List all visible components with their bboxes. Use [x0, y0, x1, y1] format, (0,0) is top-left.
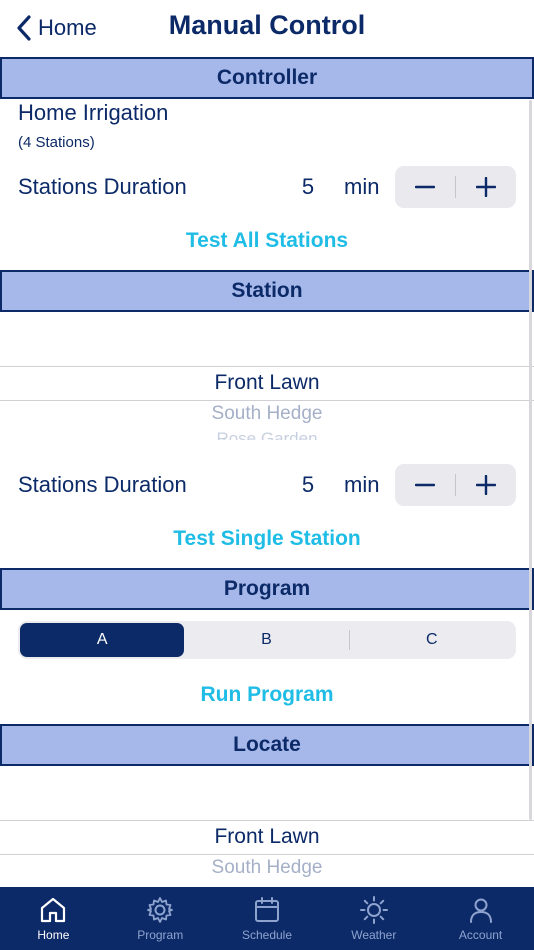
duration-value: 5 [301, 472, 315, 497]
increment-button[interactable] [456, 464, 516, 506]
controller-stations-count: (4 Stations) [18, 134, 95, 151]
picker-option-selected[interactable]: Front Lawn [0, 825, 534, 849]
duration-label: Stations Duration [18, 472, 187, 497]
controller-duration-row: Stations Duration 5 min [0, 166, 534, 208]
picker-option[interactable]: South Hedge [0, 857, 534, 879]
minus-icon [415, 185, 435, 189]
segment-a[interactable]: A [20, 623, 185, 657]
tab-program[interactable]: Program [107, 887, 214, 950]
locate-header: Locate [0, 724, 534, 766]
minus-icon [415, 483, 435, 487]
plus-icon [476, 177, 496, 197]
person-icon [469, 898, 492, 923]
test-single-station-button[interactable]: Test Single Station [0, 527, 534, 551]
segment-c[interactable]: C [350, 623, 514, 657]
program-segmented-control: A B C [18, 621, 516, 659]
tab-bar: Home Program Schedule Weather Account [0, 887, 534, 950]
station-duration-row: Stations Duration 5 min [0, 464, 534, 506]
increment-button[interactable] [456, 166, 516, 208]
test-all-stations-button[interactable]: Test All Stations [0, 229, 534, 253]
sun-icon [359, 896, 388, 924]
controller-name: Home Irrigation [18, 100, 169, 125]
duration-stepper [395, 166, 516, 208]
duration-label: Stations Duration [18, 174, 187, 199]
picker-option[interactable]: South Hedge [0, 403, 534, 425]
tab-account[interactable]: Account [427, 887, 534, 950]
tab-label: Schedule [241, 928, 293, 942]
program-header: Program [0, 568, 534, 610]
tab-home[interactable]: Home [0, 887, 107, 950]
locate-picker[interactable]: Front Lawn South Hedge [0, 766, 534, 887]
tab-weather[interactable]: Weather [320, 887, 427, 950]
station-picker[interactable]: Front Lawn South Hedge Rose Garden [0, 312, 534, 440]
plus-icon [476, 475, 496, 495]
page-title: Manual Control [168, 10, 366, 40]
decrement-button[interactable] [395, 464, 455, 506]
home-icon [41, 897, 66, 923]
gear-icon [147, 897, 174, 923]
scrollbar[interactable] [529, 100, 532, 820]
duration-value: 5 [301, 174, 315, 199]
tab-label: Account [458, 928, 503, 942]
duration-unit: min [344, 472, 380, 497]
tab-label: Home [37, 928, 70, 942]
tab-label: Program [137, 928, 184, 942]
tab-label: Weather [351, 928, 397, 942]
decrement-button[interactable] [395, 166, 455, 208]
picker-option-selected[interactable]: Front Lawn [0, 371, 534, 395]
tab-schedule[interactable]: Schedule [214, 887, 321, 950]
station-header: Station [0, 270, 534, 312]
picker-option[interactable]: Rose Garden [0, 429, 534, 440]
duration-stepper [395, 464, 516, 506]
nav-bar: Home Manual Control [0, 0, 534, 57]
run-program-button[interactable]: Run Program [0, 683, 534, 707]
segment-b[interactable]: B [184, 623, 348, 657]
controller-header: Controller [0, 57, 534, 99]
duration-unit: min [344, 174, 380, 199]
calendar-icon [254, 897, 279, 922]
